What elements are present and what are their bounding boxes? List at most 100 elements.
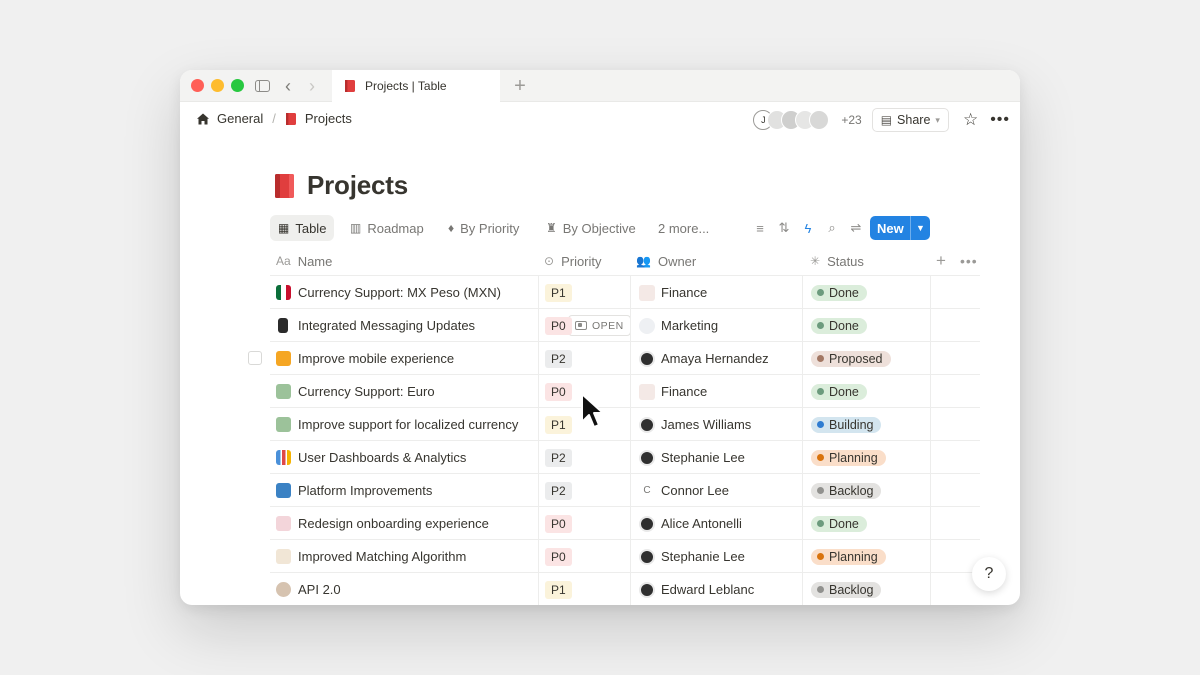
tab-more-views[interactable]: 2 more...: [650, 215, 717, 241]
sidebar-toggle-icon[interactable]: [253, 76, 271, 96]
priority-cell[interactable]: P1: [538, 573, 630, 605]
tab-table-view[interactable]: ▦ Table: [270, 215, 335, 241]
status-cell[interactable]: Backlog: [802, 474, 930, 507]
name-cell[interactable]: Improve mobile experience: [276, 342, 536, 375]
name-cell[interactable]: API 2.0: [276, 573, 536, 605]
maximize-window-button[interactable]: [231, 79, 244, 92]
table-row[interactable]: Redesign onboarding experience P0 Alice An…: [270, 507, 980, 540]
table-row[interactable]: Integrated Messaging Updates OPEN P0 Market…: [270, 309, 980, 342]
minimize-window-button[interactable]: [211, 79, 224, 92]
status-cell[interactable]: Proposed: [802, 342, 930, 375]
empty-cell[interactable]: [930, 342, 980, 375]
table-row[interactable]: Currency Support: Euro P0 Finance Done: [270, 375, 980, 408]
status-cell[interactable]: Planning: [802, 441, 930, 474]
empty-cell[interactable]: [930, 276, 980, 309]
more-options-icon[interactable]: •••: [990, 111, 1010, 129]
owner-cell[interactable]: C Connor Lee: [630, 474, 802, 507]
name-cell[interactable]: Currency Support: MX Peso (MXN): [276, 276, 536, 309]
empty-cell[interactable]: [930, 474, 980, 507]
tab-by-objective-view[interactable]: ♜ By Objective: [538, 215, 644, 241]
name-cell[interactable]: Integrated Messaging Updates: [276, 309, 536, 342]
breadcrumb-projects[interactable]: Projects: [305, 111, 352, 126]
status-cell[interactable]: Done: [802, 276, 930, 309]
chevron-down-icon[interactable]: ▼: [910, 216, 930, 240]
owner-cell[interactable]: Stephanie Lee: [630, 540, 802, 573]
owner-cell[interactable]: Finance: [630, 276, 802, 309]
status-cell[interactable]: Backlog: [802, 573, 930, 605]
table-row[interactable]: Currency Support: MX Peso (MXN) P1 Finance…: [270, 276, 980, 309]
book-icon: [285, 112, 296, 125]
owner-cell[interactable]: James Williams: [630, 408, 802, 441]
priority-cell[interactable]: P1: [538, 276, 630, 309]
table-row[interactable]: Improve mobile experience P2 Amaya Hernand…: [248, 342, 980, 375]
favorite-star-icon[interactable]: ☆: [963, 110, 978, 130]
priority-cell[interactable]: P2: [538, 474, 630, 507]
table-row[interactable]: User Dashboards & Analytics P2 Stephanie L…: [270, 441, 980, 474]
add-column-plus-icon[interactable]: +: [936, 246, 946, 276]
name-cell[interactable]: Improved Matching Algorithm: [276, 540, 536, 573]
column-header-owner[interactable]: 👥 Owner: [636, 246, 696, 276]
status-cell[interactable]: Done: [802, 309, 930, 342]
search-icon[interactable]: ⌕: [820, 220, 844, 236]
tab-projects-table[interactable]: Projects | Table: [332, 70, 500, 102]
owner-cell[interactable]: Amaya Hernandez: [630, 342, 802, 375]
priority-cell[interactable]: P2: [538, 342, 630, 375]
priority-cell[interactable]: P0: [538, 309, 630, 342]
empty-cell[interactable]: [930, 375, 980, 408]
row-select-checkbox[interactable]: [248, 351, 262, 365]
empty-cell[interactable]: [930, 441, 980, 474]
priority-cell[interactable]: P0: [538, 507, 630, 540]
owner-cell[interactable]: Stephanie Lee: [630, 441, 802, 474]
collaborator-avatars[interactable]: J: [753, 110, 830, 130]
table-row[interactable]: Platform Improvements P2 C Connor Lee Backlo…: [270, 474, 980, 507]
help-button[interactable]: ?: [972, 557, 1006, 591]
tab-roadmap-view[interactable]: ▥ Roadmap: [342, 215, 432, 241]
column-header-status[interactable]: ✳ Status: [810, 246, 864, 276]
status-cell[interactable]: Building: [802, 408, 930, 441]
new-tab-plus-icon[interactable]: +: [512, 75, 528, 97]
empty-cell[interactable]: [930, 507, 980, 540]
breadcrumb-general[interactable]: General: [217, 111, 263, 126]
automation-bolt-icon[interactable]: ϟ: [796, 221, 820, 236]
owner-cell[interactable]: Marketing: [630, 309, 802, 342]
status-cell[interactable]: Done: [802, 375, 930, 408]
column-header-priority[interactable]: ⊙ Priority: [544, 246, 602, 276]
table-row[interactable]: Improved Matching Algorithm P0 Stephanie L…: [270, 540, 980, 573]
more-options-icon[interactable]: •••: [960, 246, 978, 276]
row-title: Redesign onboarding experience: [298, 516, 489, 531]
tab-by-priority-view[interactable]: ♦ By Priority: [440, 215, 527, 241]
filter-icon[interactable]: ≡: [748, 221, 772, 236]
sort-icon[interactable]: ⇅: [772, 220, 796, 236]
home-icon: [197, 113, 209, 124]
collaborator-count[interactable]: +23: [841, 113, 861, 127]
forward-arrow-icon[interactable]: ›: [304, 76, 320, 96]
empty-cell[interactable]: [930, 408, 980, 441]
name-cell[interactable]: Improve support for localized currency: [276, 408, 536, 441]
priority-cell[interactable]: P2: [538, 441, 630, 474]
table-row[interactable]: Improve support for localized currency P1…: [270, 408, 980, 441]
share-button[interactable]: ▤ Share ▾: [871, 108, 949, 132]
status-cell[interactable]: Done: [802, 507, 930, 540]
name-cell[interactable]: Redesign onboarding experience: [276, 507, 536, 540]
page-actions: J +23 ▤ Share ▾ ☆ •••: [753, 108, 1010, 132]
name-cell[interactable]: Platform Improvements: [276, 474, 536, 507]
table-row[interactable]: API 2.0 P1 Edward Leblanc Backlog: [270, 573, 980, 605]
status-cell[interactable]: Planning: [802, 540, 930, 573]
name-cell[interactable]: Currency Support: Euro: [276, 375, 536, 408]
owner-cell[interactable]: Edward Leblanc: [630, 573, 802, 605]
close-window-button[interactable]: [191, 79, 204, 92]
title-bar: ‹ › Projects | Table +: [180, 70, 1020, 102]
owner-cell[interactable]: Finance: [630, 375, 802, 408]
name-cell[interactable]: User Dashboards & Analytics: [276, 441, 536, 474]
empty-cell[interactable]: [930, 309, 980, 342]
back-arrow-icon[interactable]: ‹: [280, 76, 296, 96]
settings-sliders-icon[interactable]: ⇌: [844, 220, 868, 236]
share-label: Share: [897, 113, 931, 127]
priority-cell[interactable]: P0: [538, 540, 630, 573]
owner-cell[interactable]: Alice Antonelli: [630, 507, 802, 540]
new-button[interactable]: New ▼: [870, 216, 930, 240]
pin-icon: ♦: [448, 221, 455, 235]
text-type-icon: Aa: [276, 254, 291, 268]
roadmap-icon: ▥: [350, 221, 362, 235]
column-header-name[interactable]: Aa Name: [276, 246, 332, 276]
